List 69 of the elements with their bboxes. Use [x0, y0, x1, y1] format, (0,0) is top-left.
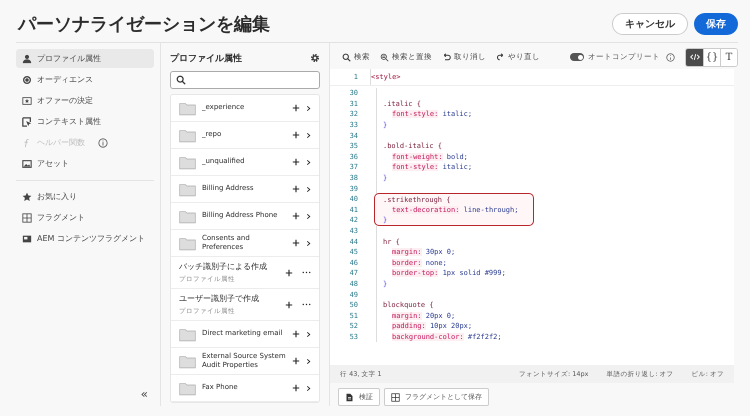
add-icon[interactable]: [292, 330, 300, 338]
chevron-right-icon[interactable]: [306, 240, 311, 246]
add-icon[interactable]: [292, 239, 300, 247]
document-icon: [345, 392, 354, 402]
chevron-right-icon[interactable]: [306, 212, 311, 220]
folder-icon: [179, 326, 196, 342]
redo-icon: [496, 52, 505, 62]
add-icon[interactable]: [292, 212, 300, 220]
folder-icon: [179, 236, 196, 250]
target-icon: [22, 74, 32, 84]
collapse-button[interactable]: «: [138, 388, 150, 400]
view-button[interactable]: T: [720, 48, 737, 66]
search-icon: [176, 75, 186, 85]
chevron-right-icon[interactable]: [306, 330, 311, 338]
person-icon: [22, 54, 32, 64]
cursor-box-icon: [22, 116, 32, 126]
add-icon[interactable]: [292, 384, 300, 392]
add-icon[interactable]: [292, 185, 300, 193]
nav-item[interactable]: オファーの決定: [16, 91, 154, 110]
star-box-icon: [22, 96, 32, 106]
nav-item[interactable]: アセット: [16, 154, 154, 173]
add-icon[interactable]: [292, 104, 300, 112]
view-button[interactable]: {}: [703, 48, 720, 66]
folder-icon: [179, 182, 196, 196]
folder-icon: [179, 100, 196, 116]
add-icon[interactable]: [285, 300, 293, 308]
nav-item[interactable]: プロファイル属性: [16, 49, 154, 68]
folder-icon: [179, 154, 196, 170]
page-title: パーソナライゼーションを編集: [18, 13, 271, 36]
card-icon: [22, 234, 32, 244]
folder-icon: [179, 354, 196, 368]
nav-item[interactable]: お気に入り: [16, 187, 154, 206]
search-field[interactable]: [170, 71, 320, 89]
folder-icon: [179, 208, 196, 224]
chevron-right-icon[interactable]: [306, 384, 311, 392]
chevron-right-icon[interactable]: [306, 186, 311, 192]
nav-item[interactable]: フラグメント: [16, 208, 154, 227]
add-icon[interactable]: [285, 268, 293, 276]
undo-icon: [442, 52, 451, 62]
chevron-right-icon[interactable]: [306, 132, 311, 138]
grid-box-icon: [22, 212, 32, 222]
autocomplete-toggle[interactable]: [570, 53, 584, 61]
add-icon[interactable]: [292, 357, 300, 365]
folder-icon: [179, 128, 196, 142]
grid-box-icon: [391, 392, 400, 402]
more-icon[interactable]: [302, 271, 311, 274]
settings-icon[interactable]: [310, 53, 320, 63]
panel-title: プロファイル属性: [170, 52, 243, 64]
nav-item[interactable]: オーディエンス: [16, 70, 154, 89]
save-button[interactable]: 保存: [694, 13, 738, 35]
chevron-right-icon[interactable]: [306, 104, 311, 112]
help-icon: [666, 52, 675, 62]
chevron-right-icon[interactable]: [306, 158, 311, 166]
nav-item[interactable]: コンテキスト属性: [16, 112, 154, 131]
attribute-name: バッチ識別子による作成: [179, 261, 268, 272]
code-icon: [690, 53, 700, 61]
attribute-name: ユーザー識別子で作成: [179, 293, 260, 304]
more-icon[interactable]: [302, 303, 311, 306]
image-icon: [22, 158, 32, 168]
search-icon: [342, 52, 351, 62]
nav-item[interactable]: AEM コンテンツフラグメント: [16, 229, 154, 248]
folder-icon: [179, 380, 196, 396]
cancel-button[interactable]: キャンセル: [612, 13, 688, 35]
add-icon[interactable]: [292, 158, 300, 166]
add-icon[interactable]: [292, 131, 300, 139]
code-view-button[interactable]: [686, 48, 703, 66]
chevron-right-icon[interactable]: [306, 358, 311, 364]
star-icon: [22, 192, 32, 202]
search-lines-icon: [380, 52, 389, 62]
